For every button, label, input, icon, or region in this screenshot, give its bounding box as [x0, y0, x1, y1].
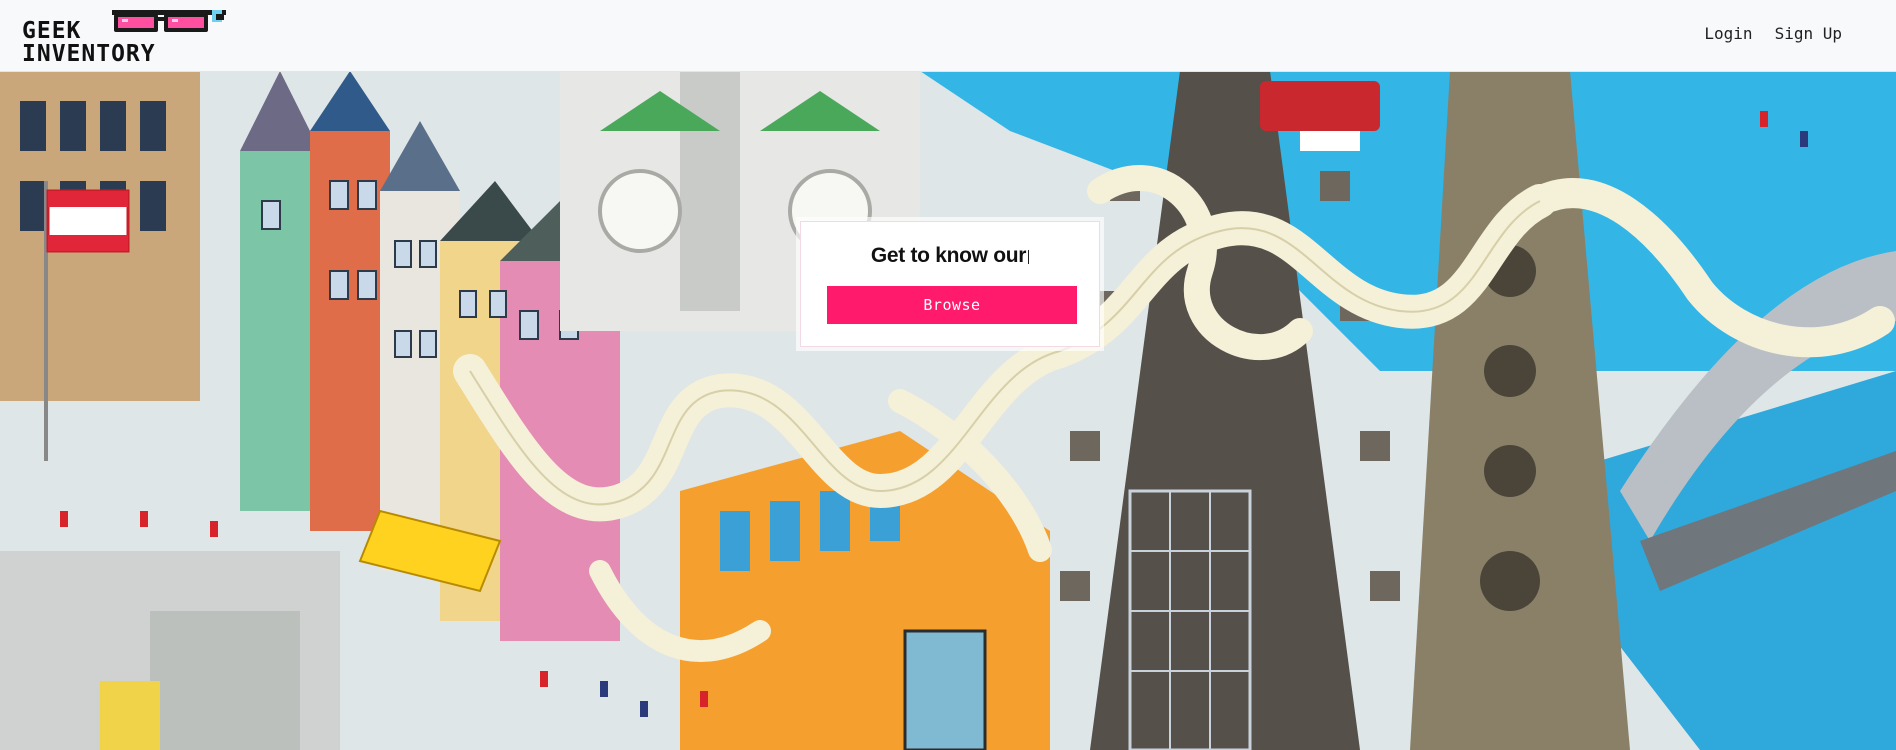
- top-navbar: GEEK INVENTORY Login Sign Up: [0, 0, 1896, 71]
- auth-nav: Login Sign Up: [1704, 24, 1842, 43]
- logo-wordmark: GEEK INVENTORY: [22, 20, 156, 66]
- headline-text: Get to know our: [870, 244, 1027, 267]
- text-cursor: [1028, 250, 1030, 264]
- geek-inventory-logo[interactable]: GEEK INVENTORY: [22, 8, 226, 66]
- logo-line-1: GEEK: [22, 18, 82, 44]
- browse-button[interactable]: Browse: [827, 286, 1077, 324]
- login-link[interactable]: Login: [1704, 24, 1752, 43]
- pixel-city-illustration: [0, 71, 1896, 750]
- signup-link[interactable]: Sign Up: [1775, 24, 1842, 43]
- logo-line-2: INVENTORY: [22, 41, 156, 67]
- card-headline: Get to know our: [801, 244, 1099, 268]
- browse-card: Get to know our Browse: [800, 221, 1100, 347]
- hero-illustration: [0, 71, 1896, 750]
